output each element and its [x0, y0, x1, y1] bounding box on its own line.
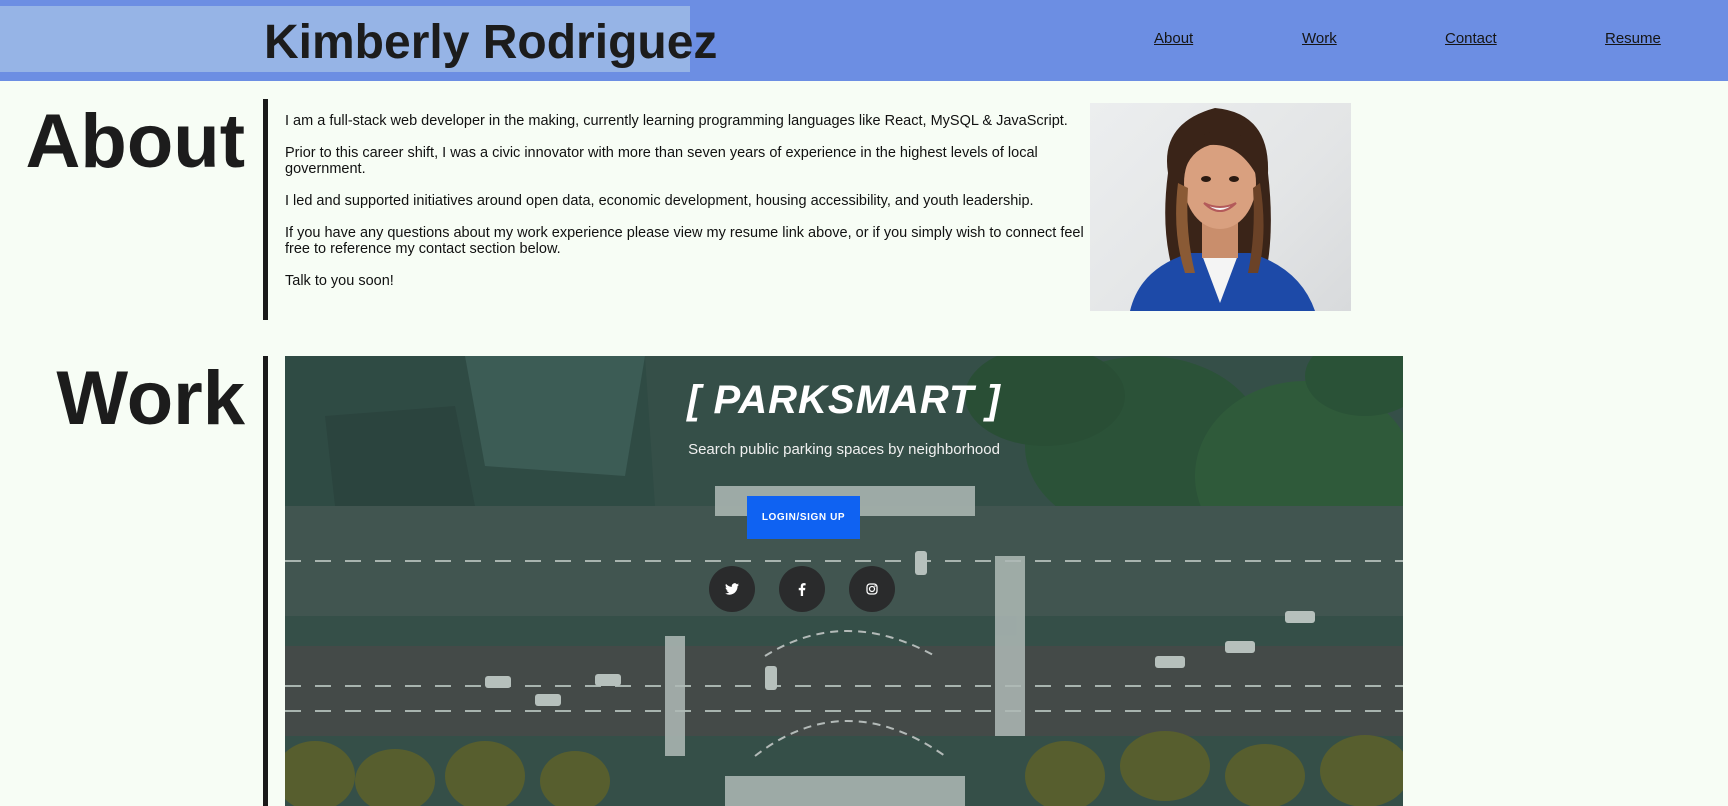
twitter-icon[interactable]: [709, 566, 755, 612]
about-divider: [263, 99, 268, 320]
site-header: Kimberly Rodriguez About Work Contact Re…: [0, 0, 1728, 81]
project-subtitle: Search public parking spaces by neighbor…: [688, 441, 1000, 458]
site-title: Kimberly Rodriguez: [264, 16, 718, 69]
work-divider: [263, 356, 268, 806]
facebook-icon[interactable]: [779, 566, 825, 612]
aerial-city-background: [285, 356, 1403, 806]
nav-link-contact[interactable]: Contact: [1445, 30, 1497, 47]
profile-photo-illustration: [1130, 108, 1315, 311]
bio-paragraph: Prior to this career shift, I was a civi…: [285, 145, 1038, 177]
bio-paragraph: If you have any questions about my work …: [285, 225, 1084, 257]
nav-link-work[interactable]: Work: [1302, 30, 1337, 47]
login-signup-button[interactable]: LOGIN/SIGN UP: [747, 496, 860, 539]
nav-link-about[interactable]: About: [1154, 30, 1193, 47]
project-title: [ PARKSMART ]: [687, 378, 1001, 422]
profile-photo: [1090, 103, 1351, 311]
about-bio: I am a full-stack web developer in the m…: [285, 113, 1085, 305]
nav-link-resume[interactable]: Resume: [1605, 30, 1661, 47]
work-heading: Work: [56, 356, 245, 441]
project-preview-parksmart[interactable]: [ PARKSMART ] Search public parking spac…: [285, 356, 1403, 806]
about-heading: About: [25, 99, 245, 184]
bio-paragraph: Talk to you soon!: [285, 273, 394, 289]
bio-paragraph: I am a full-stack web developer in the m…: [285, 113, 1068, 129]
instagram-icon[interactable]: [849, 566, 895, 612]
bio-paragraph: I led and supported initiatives around o…: [285, 193, 1034, 209]
name-banner: Kimberly Rodriguez: [0, 6, 717, 72]
